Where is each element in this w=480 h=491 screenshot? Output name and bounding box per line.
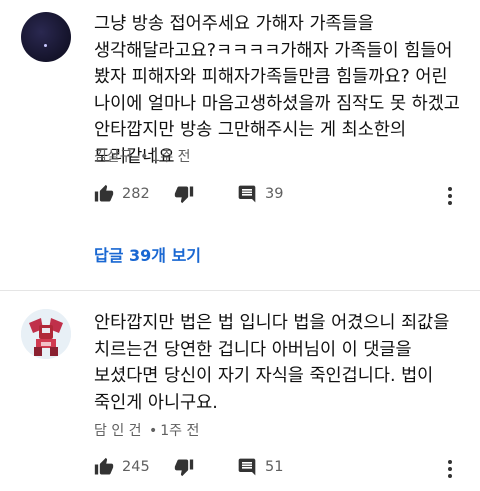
comment-item: 그냥 방송 접어주세요 가해자 가족들을 생각해달라고요?ㅋㅋㅋㅋ가해자 가족들… — [0, 0, 480, 290]
reply-count: 39 — [265, 186, 284, 202]
avatar[interactable] — [21, 12, 71, 62]
thumb-down-icon — [174, 186, 194, 204]
meta-separator: • — [140, 149, 149, 165]
comment-actions: 282 39 — [94, 184, 474, 210]
comment-text: 안타깝지만 법은 법 입니다 법을 어겼으니 죄값을 치르는건 당연한 겁니다 … — [94, 313, 450, 413]
comment-icon — [238, 458, 256, 476]
thumb-up-icon — [94, 457, 114, 475]
more-vert-icon — [440, 460, 460, 478]
dislike-button[interactable] — [174, 457, 194, 477]
avatar[interactable] — [21, 309, 71, 359]
more-vert-icon — [440, 187, 460, 205]
view-replies-link[interactable]: 답글 39개 보기 — [94, 242, 201, 266]
comment-actions: 245 51 — [94, 457, 474, 483]
comment-meta: 김살구 • 1주 전 — [94, 146, 190, 166]
like-button[interactable]: 282 — [94, 184, 150, 204]
comment-icon — [238, 185, 256, 203]
author-name[interactable]: 김살구 — [94, 149, 133, 165]
author-name[interactable]: 담 인 건 — [94, 423, 142, 439]
reply-count: 51 — [265, 459, 284, 475]
timestamp[interactable]: 1주 전 — [160, 423, 199, 439]
like-button[interactable]: 245 — [94, 457, 150, 477]
timestamp[interactable]: 1주 전 — [151, 149, 190, 165]
dislike-button[interactable] — [174, 184, 194, 204]
like-count: 245 — [122, 459, 150, 475]
meta-separator: • — [149, 423, 158, 439]
reply-button[interactable]: 51 — [237, 457, 283, 477]
more-options-button[interactable] — [440, 458, 460, 482]
comment-item: 안타깝지만 법은 법 입니다 법을 어겼으니 죄값을 치르는건 당연한 겁니다 … — [0, 291, 480, 491]
more-options-button[interactable] — [440, 185, 460, 209]
thumb-down-icon — [174, 459, 194, 477]
comment-meta: 담 인 건 • 1주 전 — [94, 420, 199, 440]
thumb-up-icon — [94, 184, 114, 202]
reply-button[interactable]: 39 — [237, 184, 283, 204]
like-count: 282 — [122, 186, 150, 202]
